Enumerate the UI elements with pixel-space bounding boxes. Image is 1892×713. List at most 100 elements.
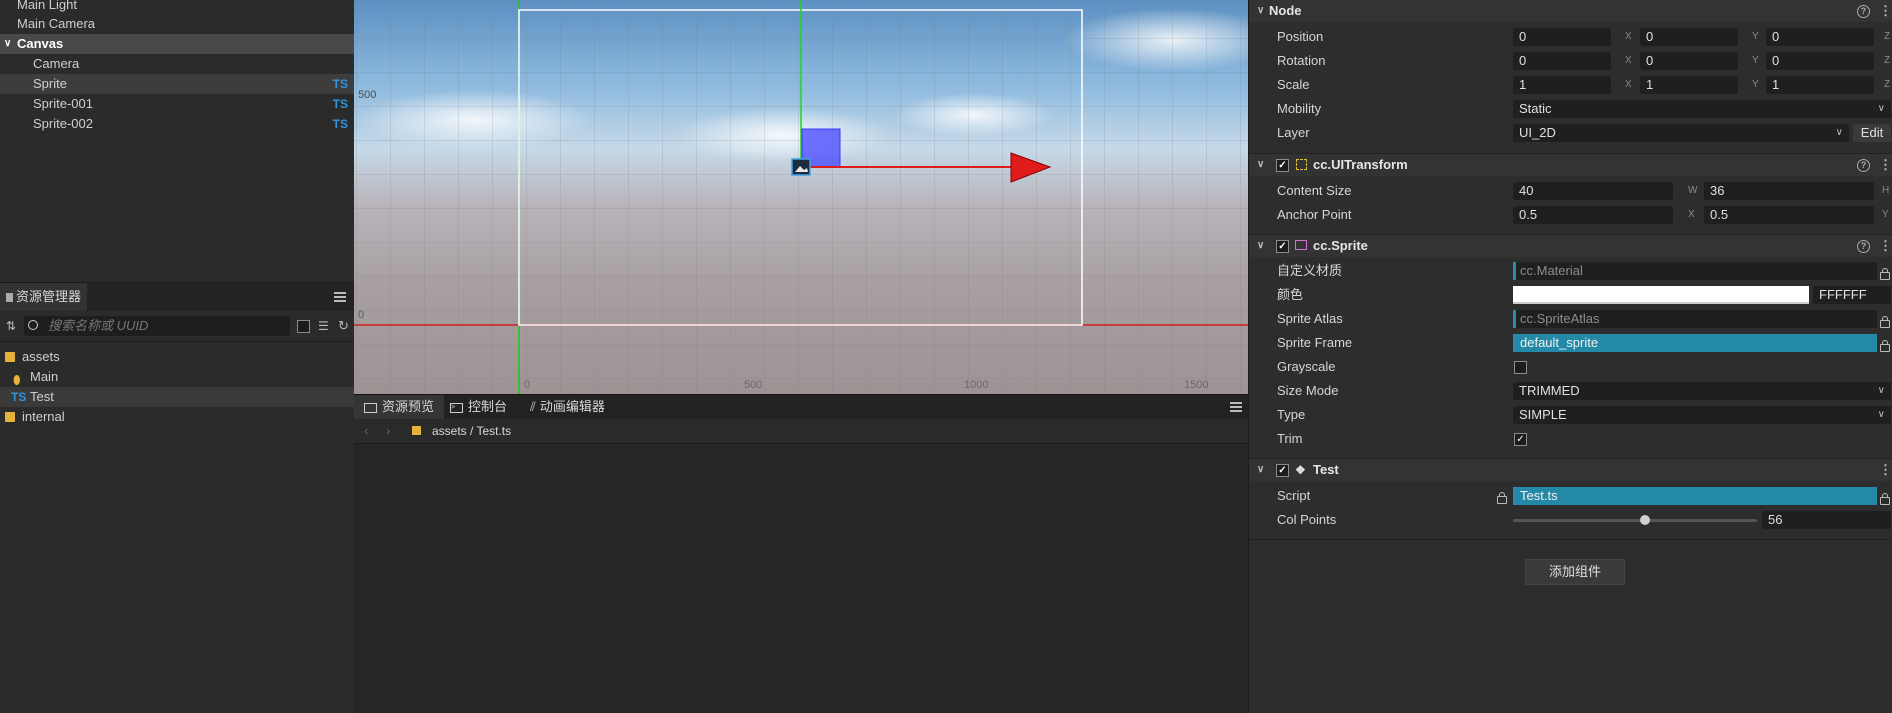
chevron-down-icon[interactable]: ∨ bbox=[1257, 235, 1264, 257]
lock-icon[interactable] bbox=[1880, 268, 1890, 280]
hierarchy-item-label: Sprite-001 bbox=[33, 96, 93, 111]
slider-thumb[interactable] bbox=[1639, 515, 1650, 525]
rotation-z-input[interactable]: 0 bbox=[1766, 52, 1874, 70]
layer-select[interactable]: UI_2D ∨ bbox=[1513, 124, 1849, 142]
sort-icon[interactable]: ⇅ bbox=[6, 319, 18, 333]
custom-material-field[interactable]: cc.Material bbox=[1513, 262, 1877, 280]
size-mode-select[interactable]: TRIMMED ∨ bbox=[1513, 382, 1891, 400]
tab-assets[interactable]: 资源管理器 bbox=[0, 283, 88, 311]
position-y-input[interactable]: 0 bbox=[1640, 28, 1738, 46]
component-enabled-checkbox[interactable]: ✓ bbox=[1276, 464, 1289, 477]
prop-label-position: Position bbox=[1277, 29, 1324, 44]
section-sprite[interactable]: ∨ ✓ cc.Sprite ? ⋮ bbox=[1249, 234, 1892, 257]
more-icon[interactable]: ⋮ bbox=[1879, 0, 1892, 22]
col-points-slider[interactable] bbox=[1513, 515, 1757, 525]
content-size-width-input[interactable]: 40 bbox=[1513, 182, 1673, 200]
tick-label-x: 500 bbox=[744, 379, 763, 391]
component-enabled-checkbox[interactable]: ✓ bbox=[1276, 240, 1289, 253]
lock-icon[interactable] bbox=[1880, 316, 1890, 328]
panel-menu-icon[interactable] bbox=[1230, 402, 1242, 412]
back-arrow-icon[interactable]: ‹ bbox=[364, 423, 368, 438]
hierarchy-item-sprite-001[interactable]: Sprite-001 TS bbox=[0, 94, 354, 114]
chevron-down-icon[interactable]: ∨ bbox=[1257, 0, 1264, 22]
hierarchy-item-main-light[interactable]: Main Light bbox=[0, 0, 354, 15]
rotation-y-input[interactable]: 0 bbox=[1640, 52, 1738, 70]
layer-edit-button[interactable]: Edit bbox=[1853, 124, 1891, 142]
type-select[interactable]: SIMPLE ∨ bbox=[1513, 406, 1891, 424]
prop-label-content-size: Content Size bbox=[1277, 183, 1352, 198]
more-icon[interactable]: ⋮ bbox=[1879, 459, 1892, 481]
color-hex-input[interactable]: FFFFFF bbox=[1813, 286, 1891, 304]
axis-label: X bbox=[1625, 31, 1632, 42]
section-uitransform[interactable]: ∨ ✓ cc.UITransform ? ⋮ bbox=[1249, 153, 1892, 176]
hierarchy-item-sprite[interactable]: Sprite TS bbox=[0, 74, 354, 94]
help-icon[interactable]: ? bbox=[1857, 159, 1870, 172]
prop-label-custom-material: 自定义材质 bbox=[1277, 263, 1343, 278]
content-size-height-input[interactable]: 36 bbox=[1704, 182, 1874, 200]
more-icon[interactable]: ⋮ bbox=[1879, 154, 1892, 176]
prop-label-color: 颜色 bbox=[1277, 287, 1304, 302]
uitransform-icon bbox=[1296, 159, 1307, 170]
chevron-down-icon[interactable]: ∨ bbox=[1257, 459, 1264, 481]
axis-label: Y bbox=[1752, 31, 1759, 42]
scale-x-input[interactable]: 1 bbox=[1513, 76, 1611, 94]
breadcrumb[interactable]: assets / Test.ts bbox=[432, 424, 511, 438]
color-swatch[interactable] bbox=[1513, 286, 1809, 304]
list-filter-icon[interactable]: ☰ bbox=[318, 319, 329, 333]
panel-menu-icon[interactable] bbox=[334, 292, 346, 302]
scene-canvas[interactable] bbox=[354, 0, 1248, 394]
refresh-icon[interactable]: ↻ bbox=[338, 318, 349, 334]
asset-item-internal[interactable]: internal bbox=[0, 407, 354, 427]
hierarchy-item-canvas[interactable]: ∨ Canvas bbox=[0, 34, 354, 54]
script-field[interactable]: Test.ts bbox=[1513, 487, 1877, 505]
scale-y-input[interactable]: 1 bbox=[1640, 76, 1738, 94]
grayscale-checkbox[interactable] bbox=[1514, 361, 1527, 374]
axis-label: Z bbox=[1884, 31, 1891, 42]
sprite-frame-field[interactable]: default_sprite bbox=[1513, 334, 1877, 352]
tab-assets-label: 资源管理器 bbox=[16, 289, 82, 304]
filter-checkbox[interactable] bbox=[297, 320, 310, 333]
search-input[interactable]: 搜索名称或 UUID bbox=[24, 316, 290, 336]
rotation-x-input[interactable]: 0 bbox=[1513, 52, 1611, 70]
anchor-x-input[interactable]: 0.5 bbox=[1513, 206, 1673, 224]
inspector-panel: ∨ Node ? ⋮ Position 0 X 0 Y 0 Z Rotation… bbox=[1248, 0, 1892, 712]
component-enabled-checkbox[interactable]: ✓ bbox=[1276, 159, 1289, 172]
position-x-input[interactable]: 0 bbox=[1513, 28, 1611, 46]
lock-icon[interactable] bbox=[1880, 493, 1890, 505]
section-node[interactable]: ∨ Node ? ⋮ bbox=[1249, 0, 1892, 22]
sprite-atlas-field[interactable]: cc.SpriteAtlas bbox=[1513, 310, 1877, 328]
scene-view[interactable]: 500 0 0 500 1000 1500 bbox=[354, 0, 1248, 394]
lock-icon[interactable] bbox=[1880, 340, 1890, 352]
trim-checkbox[interactable]: ✓ bbox=[1514, 433, 1527, 446]
hierarchy-item-label: Sprite-002 bbox=[33, 116, 93, 131]
tab-console[interactable]: > 控制台 bbox=[442, 395, 515, 419]
scale-z-input[interactable]: 1 bbox=[1766, 76, 1874, 94]
hierarchy-item-main-camera[interactable]: Main Camera bbox=[0, 14, 354, 34]
more-icon[interactable]: ⋮ bbox=[1879, 235, 1892, 257]
chevron-down-icon[interactable]: ∨ bbox=[4, 34, 11, 54]
ts-script-icon: TS bbox=[332, 117, 348, 131]
add-component-button[interactable]: 添加组件 bbox=[1525, 559, 1625, 585]
size-mode-value: TRIMMED bbox=[1519, 383, 1580, 398]
tab-asset-preview[interactable]: 资源预览 bbox=[354, 395, 445, 419]
ts-script-icon: TS bbox=[332, 77, 348, 91]
hierarchy-item-camera[interactable]: Camera bbox=[0, 54, 354, 74]
mobility-select[interactable]: Static ∨ bbox=[1513, 100, 1891, 118]
col-points-input[interactable]: 56 bbox=[1762, 511, 1891, 529]
asset-item-main[interactable]: ⬮ Main bbox=[0, 367, 354, 387]
tab-animation-editor[interactable]: ⫽ 动画编辑器 bbox=[522, 395, 613, 419]
asset-item-label: internal bbox=[22, 409, 65, 424]
help-icon[interactable]: ? bbox=[1857, 240, 1870, 253]
anchor-y-input[interactable]: 0.5 bbox=[1704, 206, 1874, 224]
asset-item-label: Test bbox=[30, 389, 54, 404]
asset-item-assets[interactable]: assets bbox=[0, 347, 354, 367]
section-test[interactable]: ∨ ✓ ❖ Test ⋮ bbox=[1249, 458, 1892, 481]
position-z-input[interactable]: 0 bbox=[1766, 28, 1874, 46]
hierarchy-item-sprite-002[interactable]: Sprite-002 TS bbox=[0, 114, 354, 134]
help-icon[interactable]: ? bbox=[1857, 5, 1870, 18]
asset-item-test[interactable]: TS Test bbox=[0, 387, 354, 407]
tab-label: 控制台 bbox=[468, 399, 508, 414]
chevron-down-icon[interactable]: ∨ bbox=[1257, 154, 1264, 176]
ts-file-icon: TS bbox=[11, 390, 27, 404]
forward-arrow-icon[interactable]: › bbox=[386, 423, 390, 438]
